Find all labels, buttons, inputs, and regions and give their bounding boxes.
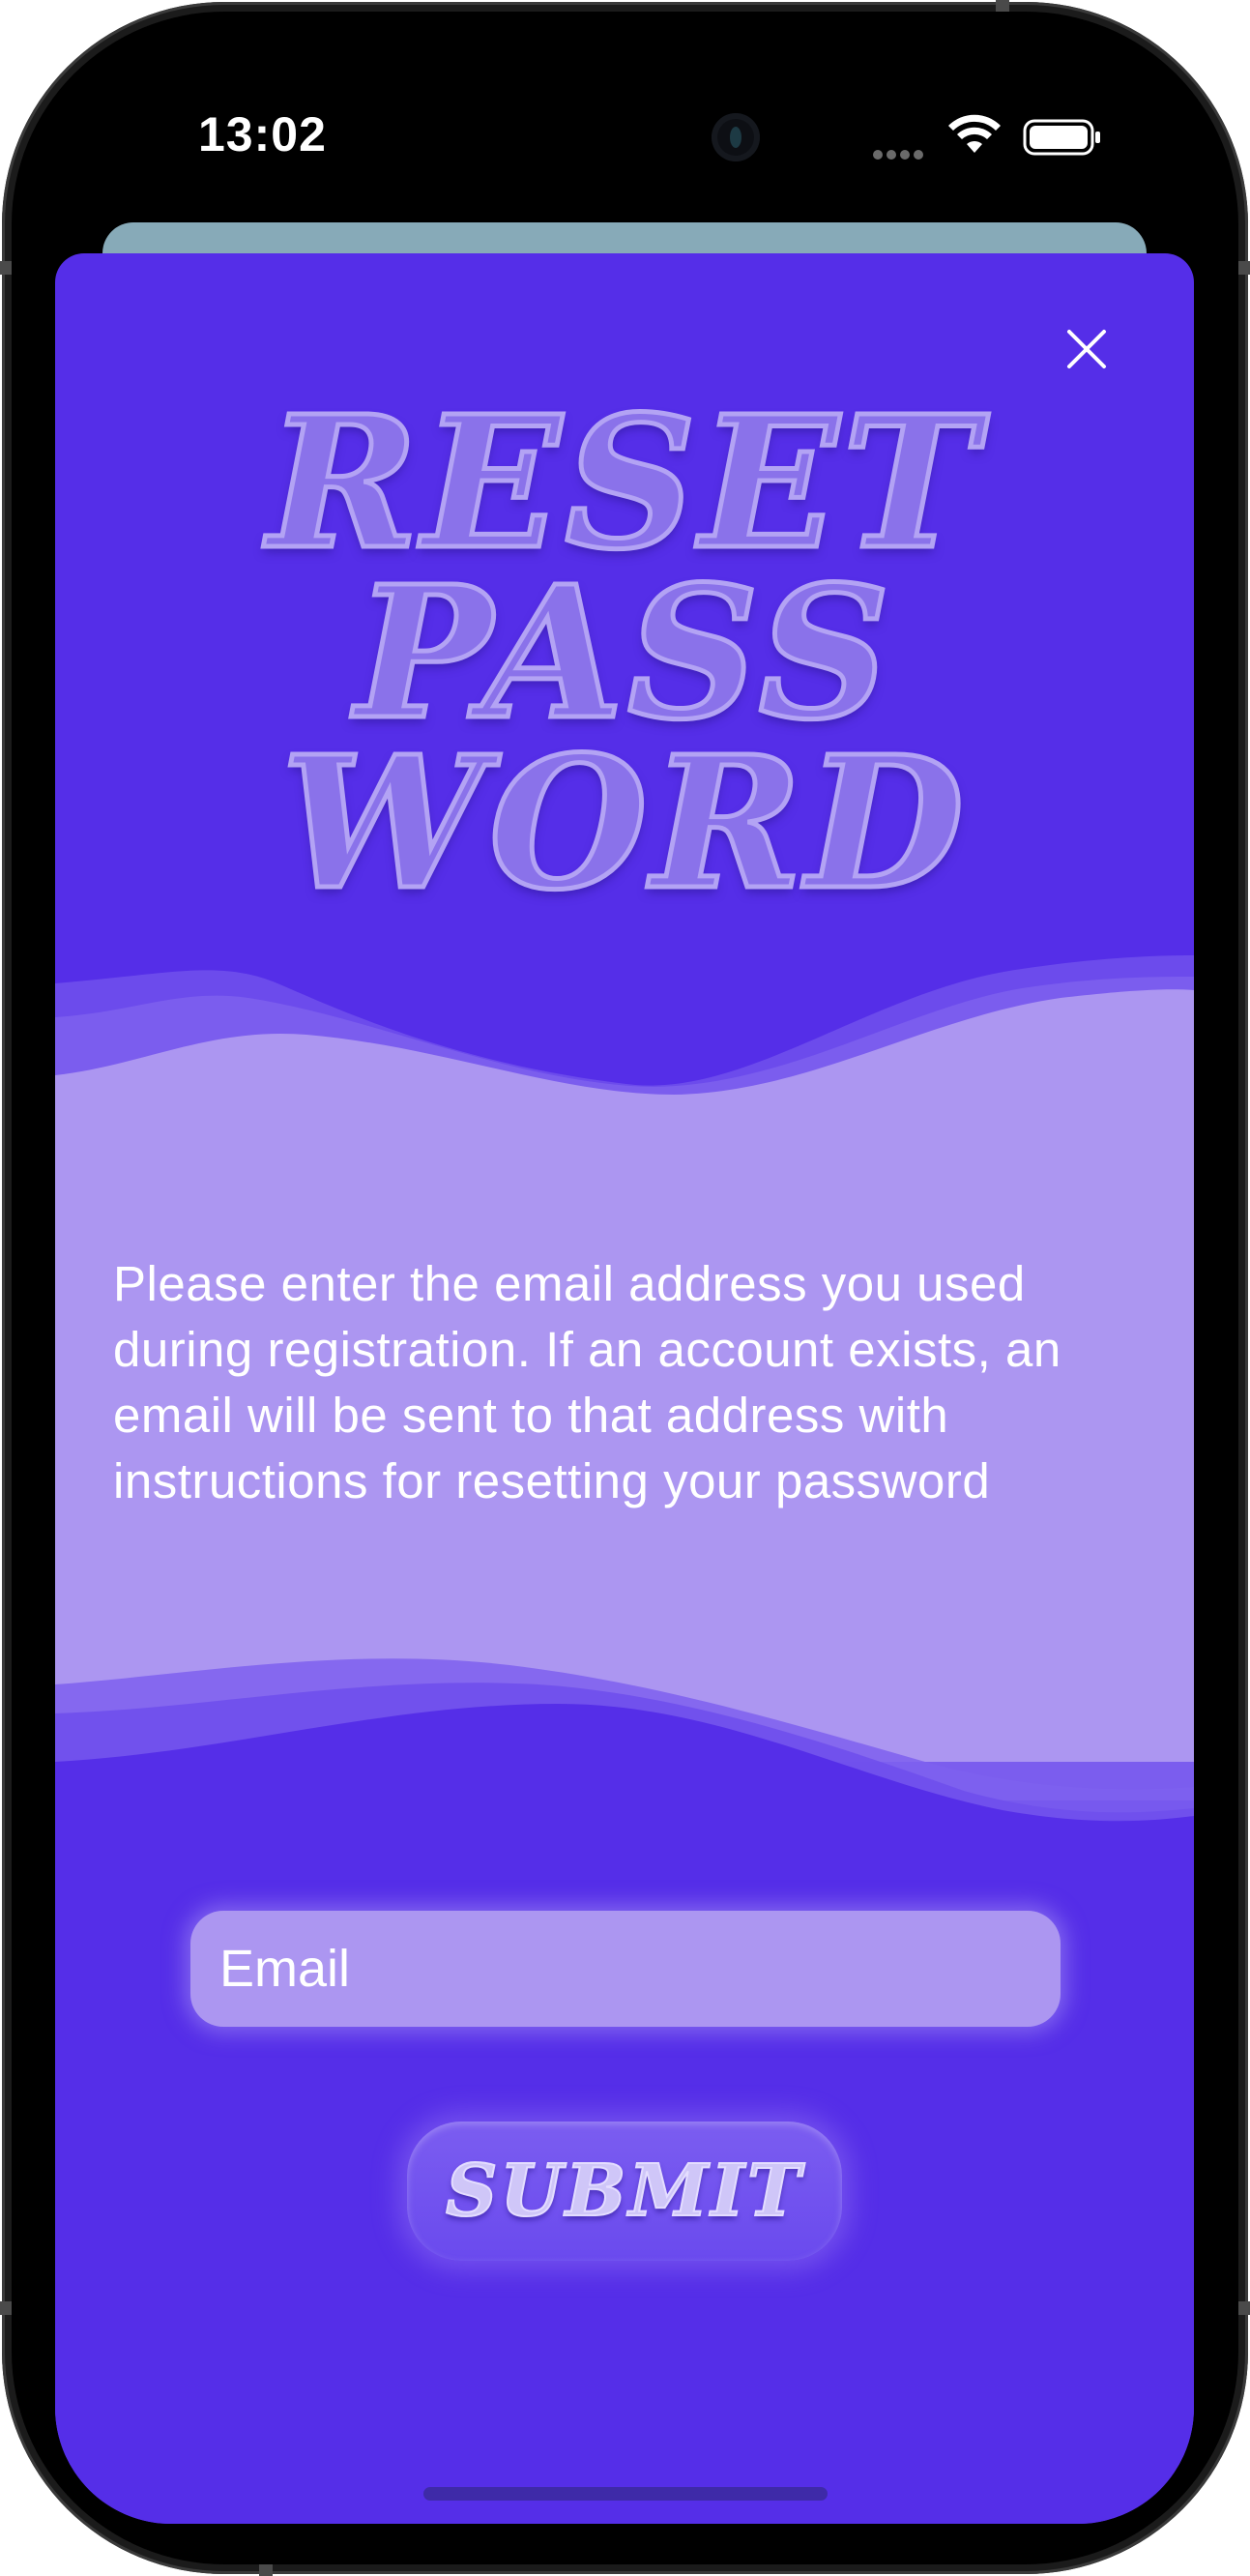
side-button — [259, 2564, 273, 2576]
page-title: RESET PASS WORD — [55, 376, 1194, 930]
reset-password-modal: RESET PASS WORD Please enter the email a… — [55, 253, 1194, 2524]
submit-button[interactable]: SUBMIT — [407, 2122, 842, 2261]
signal-dots-icon — [873, 147, 929, 160]
instructions-text: Please enter the email address you used … — [113, 1256, 1061, 1508]
title-line: WORD — [278, 717, 969, 930]
wifi-icon — [948, 114, 1001, 153]
title-line: RESET — [265, 376, 982, 590]
side-button — [0, 2301, 12, 2315]
side-button — [0, 261, 12, 275]
status-time: 13:02 — [198, 107, 327, 161]
submit-label: SUBMIT — [445, 2150, 804, 2233]
side-button — [1238, 261, 1250, 275]
side-button — [1238, 2301, 1250, 2315]
title-line: PASS — [353, 546, 894, 760]
email-input[interactable] — [190, 1911, 1061, 2027]
close-icon[interactable] — [1061, 323, 1113, 375]
home-indicator[interactable] — [423, 2487, 828, 2501]
email-field[interactable] — [190, 1911, 1061, 2027]
status-bar: 13:02 — [0, 0, 1250, 222]
battery-icon — [1023, 119, 1100, 156]
front-camera — [712, 113, 760, 161]
phone-device: 13:02 RESET PASS WORD Please enter the e… — [0, 0, 1250, 2576]
